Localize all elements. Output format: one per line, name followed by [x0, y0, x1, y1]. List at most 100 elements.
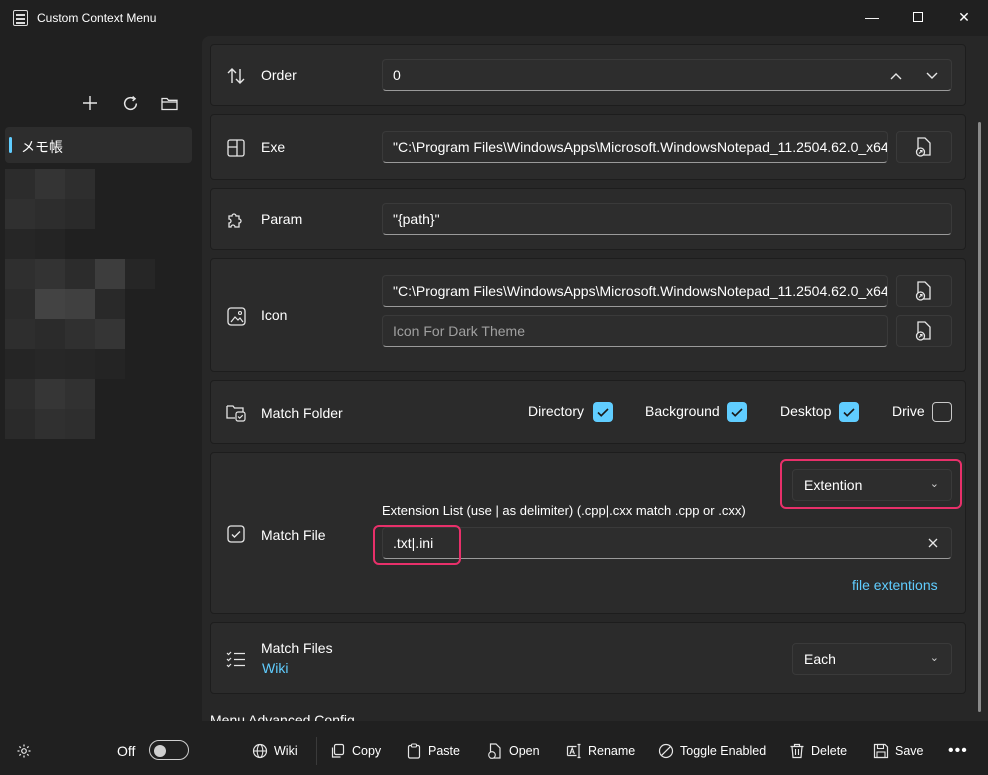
- copy-icon: [331, 743, 345, 758]
- order-input[interactable]: 0: [382, 59, 952, 91]
- order-decrement-button[interactable]: [921, 65, 943, 87]
- param-label: Param: [261, 211, 303, 227]
- extension-input[interactable]: .txt|.ini: [382, 527, 952, 559]
- advanced-config-heading: Menu Advanced Config: [210, 712, 355, 721]
- param-input[interactable]: "{path}": [382, 203, 952, 235]
- check-icon: [731, 408, 743, 417]
- globe-icon: [252, 743, 268, 759]
- more-button[interactable]: •••: [948, 741, 968, 761]
- dark-icon-pick-button[interactable]: [896, 315, 952, 347]
- match-files-card: Match Files Wiki Each ⌄: [210, 622, 966, 694]
- match-folder-label: Match Folder: [261, 405, 343, 421]
- toggle-enabled-button[interactable]: Toggle Enabled: [658, 741, 766, 761]
- match-files-mode-value: Each: [804, 651, 836, 667]
- exe-icon: [225, 137, 247, 159]
- check-icon: [597, 408, 609, 417]
- wiki-button[interactable]: Wiki: [252, 741, 298, 761]
- chevron-up-icon: [890, 73, 902, 80]
- match-file-label: Match File: [261, 527, 326, 543]
- wiki-label: Wiki: [274, 744, 298, 758]
- window-title: Custom Context Menu: [37, 11, 157, 25]
- exe-input[interactable]: "C:\Program Files\WindowsApps\Microsoft.…: [382, 131, 888, 163]
- match-files-label: Match Files: [261, 640, 333, 656]
- copy-button[interactable]: Copy: [330, 741, 381, 761]
- dark-icon-input[interactable]: Icon For Dark Theme: [382, 315, 888, 347]
- match-folder-card: Match Folder Directory Background Deskto…: [210, 380, 966, 444]
- close-icon: [928, 538, 938, 548]
- clear-button[interactable]: [923, 533, 943, 553]
- toggle-label: Off: [117, 743, 136, 759]
- refresh-icon: [123, 95, 137, 110]
- rename-icon: [566, 743, 581, 759]
- sidebar-item-memo[interactable]: メモ帳: [5, 127, 192, 163]
- file-open-icon: [915, 321, 931, 341]
- chevron-down-icon: ⌄: [929, 652, 939, 664]
- exe-pick-button[interactable]: [896, 131, 952, 163]
- title-bar: Custom Context Menu — ✕: [0, 0, 988, 36]
- app-icon: [13, 10, 28, 26]
- checkbox-icon: [225, 523, 247, 545]
- bottom-toolbar: Off Wiki Copy Paste Open Rename Toggle E…: [0, 721, 988, 775]
- desktop-checkbox[interactable]: [839, 402, 859, 422]
- file-open-icon: [915, 281, 931, 301]
- icon-input[interactable]: "C:\Program Files\WindowsApps\Microsoft.…: [382, 275, 888, 307]
- chevron-down-icon: [926, 72, 938, 79]
- exe-value: "C:\Program Files\WindowsApps\Microsoft.…: [393, 139, 888, 155]
- plus-icon: [83, 96, 97, 110]
- checklist-icon: [225, 648, 247, 670]
- minimize-button[interactable]: —: [849, 0, 895, 34]
- paste-button[interactable]: Paste: [406, 741, 460, 761]
- gear-icon: [17, 744, 31, 758]
- background-checkbox[interactable]: [727, 402, 747, 422]
- param-card: Param "{path}": [210, 188, 966, 250]
- match-file-card: Match File Extention ⌄ Extension List (u…: [210, 452, 966, 614]
- order-value: 0: [393, 67, 401, 83]
- open-folder-button[interactable]: [158, 92, 180, 114]
- add-button[interactable]: [79, 92, 101, 114]
- order-label: Order: [261, 67, 297, 83]
- rename-label: Rename: [588, 744, 636, 758]
- exe-card: Exe "C:\Program Files\WindowsApps\Micros…: [210, 114, 966, 180]
- file-open-icon: [915, 137, 931, 157]
- delete-button[interactable]: Delete: [789, 741, 847, 761]
- copy-label: Copy: [352, 744, 382, 758]
- settings-button[interactable]: [16, 741, 32, 761]
- match-files-wiki-link[interactable]: Wiki: [262, 660, 288, 676]
- block-icon: [658, 743, 674, 759]
- value-highlight: [373, 525, 461, 565]
- icon-pick-button[interactable]: [896, 275, 952, 307]
- maximize-button[interactable]: [895, 0, 941, 34]
- icon-card: Icon "C:\Program Files\WindowsApps\Micro…: [210, 258, 966, 372]
- folder-check-icon: [225, 402, 247, 424]
- file-extensions-link[interactable]: file extentions: [852, 577, 938, 593]
- toggle-enabled-label: Toggle Enabled: [680, 744, 767, 758]
- icon-label: Icon: [261, 307, 288, 323]
- dark-icon-placeholder: Icon For Dark Theme: [393, 323, 526, 339]
- sidebar-item-label: メモ帳: [21, 139, 63, 155]
- close-button[interactable]: ✕: [941, 0, 987, 34]
- file-open-icon: [488, 743, 501, 759]
- check-icon: [843, 408, 855, 417]
- sort-icon: [225, 65, 247, 87]
- more-icon: •••: [948, 742, 968, 759]
- toolbar-separator: [316, 737, 317, 765]
- rename-button[interactable]: Rename: [566, 741, 635, 761]
- enable-toggle[interactable]: [149, 740, 189, 760]
- drive-checkbox[interactable]: [932, 402, 952, 422]
- scrollbar[interactable]: [978, 122, 981, 712]
- order-increment-button[interactable]: [885, 65, 907, 87]
- drive-label: Drive: [892, 403, 925, 419]
- trash-icon: [790, 743, 804, 759]
- match-files-mode-select[interactable]: Each ⌄: [792, 643, 952, 675]
- sidebar: メモ帳: [0, 36, 202, 775]
- open-button[interactable]: Open: [487, 741, 540, 761]
- save-icon: [873, 743, 889, 759]
- save-button[interactable]: Save: [873, 741, 924, 761]
- save-label: Save: [895, 744, 924, 758]
- param-value: "{path}": [393, 211, 440, 227]
- directory-checkbox[interactable]: [593, 402, 613, 422]
- desktop-label: Desktop: [780, 403, 832, 419]
- minimize-icon: —: [865, 9, 879, 25]
- refresh-button[interactable]: [119, 92, 141, 114]
- puzzle-icon: [225, 209, 247, 231]
